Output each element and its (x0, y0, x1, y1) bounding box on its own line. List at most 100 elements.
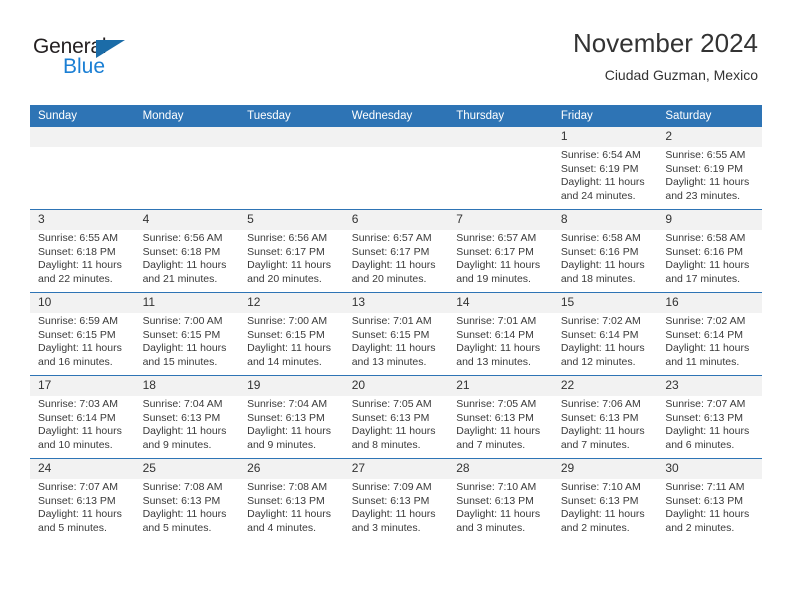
daylight-text: and 7 minutes. (456, 438, 526, 451)
title-block: November 2024 Ciudad Guzman, Mexico (573, 28, 758, 84)
calendar-header-row: Sunday Monday Tuesday Wednesday Thursday Frid… (30, 105, 762, 127)
day-number-24[interactable]: 24 (30, 459, 135, 479)
day-details-6: Sunrise: 6:57 AM Sunset: 6:17 PM Daylight:… (343, 230, 449, 293)
day-details-30: Sunrise: 7:11 AM Sunset: 6:13 PM Daylight:… (657, 479, 762, 541)
sunrise-text: Sunrise: 6:55 AM (665, 149, 746, 161)
week-info-row: Sunrise: 6:55 AM Sunset: 6:18 PM Daylight:… (30, 230, 762, 293)
day-number-3[interactable]: 3 (30, 210, 135, 230)
sunset-text: Sunset: 6:18 PM (142, 245, 221, 258)
day-number-12[interactable]: 12 (239, 293, 344, 313)
day-details-26: Sunrise: 7:08 AM Sunset: 6:13 PM Daylight:… (239, 479, 344, 541)
daylight-text: Daylight: 11 hours (38, 342, 122, 355)
sunset-text: Sunset: 6:14 PM (456, 328, 534, 341)
day-details-24: Sunrise: 7:07 AM Sunset: 6:13 PM Daylight:… (30, 479, 135, 541)
day-details-2: Sunrise: 6:55 AM Sunset: 6:19 PM Daylight:… (657, 147, 762, 210)
day-number-30[interactable]: 30 (657, 459, 762, 479)
daylight-text: Daylight: 11 hours (351, 425, 436, 438)
daylight-text: and 24 minutes. (560, 189, 636, 202)
sunset-text: Sunset: 6:13 PM (560, 494, 639, 507)
daylight-text: Daylight: 11 hours (351, 342, 436, 355)
day-number-28[interactable]: 28 (448, 459, 553, 479)
daylight-text: and 2 minutes. (665, 521, 735, 534)
daylight-text: and 22 minutes. (38, 272, 113, 285)
logo-text-blue: Blue (63, 55, 106, 78)
day-number-8[interactable]: 8 (552, 210, 658, 230)
sunrise-text: Sunrise: 6:55 AM (38, 232, 118, 244)
day-number-26[interactable]: 26 (239, 459, 344, 479)
day-number-23[interactable]: 23 (657, 376, 762, 396)
page-title: November 2024 (573, 28, 758, 58)
day-details-5: Sunrise: 6:56 AM Sunset: 6:17 PM Daylight:… (239, 230, 344, 293)
daylight-text: and 21 minutes. (142, 272, 218, 285)
daylight-text: and 5 minutes. (38, 521, 107, 534)
general-blue-logo[interactable]: General Blue (33, 36, 153, 84)
day-details-16: Sunrise: 7:02 AM Sunset: 6:14 PM Daylight:… (657, 313, 762, 376)
day-details-4: Sunrise: 6:56 AM Sunset: 6:18 PM Daylight:… (134, 230, 240, 293)
day-number-14[interactable]: 14 (448, 293, 553, 313)
sunrise-text: Sunrise: 7:08 AM (247, 481, 328, 493)
day-number-25[interactable]: 25 (134, 459, 240, 479)
day-number-13[interactable]: 13 (343, 293, 449, 313)
sunset-text: Sunset: 6:13 PM (560, 411, 639, 424)
sunset-text: Sunset: 6:13 PM (665, 411, 744, 424)
day-number-7[interactable]: 7 (448, 210, 553, 230)
sunrise-text: Sunrise: 7:06 AM (560, 398, 641, 410)
sunset-text: Sunset: 6:19 PM (665, 162, 744, 175)
day-number-11[interactable]: 11 (134, 293, 240, 313)
day-details-empty (448, 147, 553, 210)
day-number-4[interactable]: 4 (134, 210, 240, 230)
sunrise-text: Sunrise: 6:57 AM (456, 232, 537, 244)
day-number-22[interactable]: 22 (552, 376, 658, 396)
day-details-7: Sunrise: 6:57 AM Sunset: 6:17 PM Daylight:… (448, 230, 553, 293)
day-number-2[interactable]: 2 (657, 127, 762, 147)
day-number-16[interactable]: 16 (657, 293, 762, 313)
day-number-15[interactable]: 15 (552, 293, 658, 313)
sunset-text: Sunset: 6:13 PM (665, 494, 744, 507)
daylight-text: and 18 minutes. (560, 272, 636, 285)
weekday-header-tuesday: Tuesday (239, 105, 344, 127)
day-number-20[interactable]: 20 (343, 376, 449, 396)
day-number-18[interactable]: 18 (134, 376, 240, 396)
day-details-15: Sunrise: 7:02 AM Sunset: 6:14 PM Daylight:… (552, 313, 658, 376)
week-date-row: 12 (30, 127, 762, 147)
day-number-29[interactable]: 29 (552, 459, 658, 479)
day-details-19: Sunrise: 7:04 AM Sunset: 6:13 PM Daylight:… (239, 396, 344, 459)
daylight-text: and 10 minutes. (38, 438, 113, 451)
sunrise-text: Sunrise: 6:56 AM (247, 232, 328, 244)
day-number-10[interactable]: 10 (30, 293, 135, 313)
sunrise-text: Sunrise: 7:03 AM (38, 398, 118, 410)
day-number-6[interactable]: 6 (343, 210, 449, 230)
daylight-text: Daylight: 11 hours (560, 425, 645, 438)
day-number-27[interactable]: 27 (343, 459, 449, 479)
sunset-text: Sunset: 6:15 PM (247, 328, 325, 341)
day-number-17[interactable]: 17 (30, 376, 135, 396)
day-details-23: Sunrise: 7:07 AM Sunset: 6:13 PM Daylight:… (657, 396, 762, 459)
daylight-text: and 7 minutes. (560, 438, 630, 451)
day-number-5[interactable]: 5 (239, 210, 344, 230)
sunrise-text: Sunrise: 7:02 AM (665, 315, 746, 327)
daylight-text: and 16 minutes. (38, 355, 113, 368)
day-details-17: Sunrise: 7:03 AM Sunset: 6:14 PM Daylight:… (30, 396, 135, 459)
day-details-13: Sunrise: 7:01 AM Sunset: 6:15 PM Daylight:… (343, 313, 449, 376)
day-number-1[interactable]: 1 (552, 127, 658, 147)
sunset-text: Sunset: 6:17 PM (456, 245, 534, 258)
sunrise-text: Sunrise: 7:05 AM (456, 398, 537, 410)
day-details-1: Sunrise: 6:54 AM Sunset: 6:19 PM Daylight:… (552, 147, 658, 210)
daylight-text: Daylight: 11 hours (142, 342, 227, 355)
daylight-text: and 3 minutes. (351, 521, 421, 534)
sunrise-text: Sunrise: 6:54 AM (560, 149, 641, 161)
day-number-21[interactable]: 21 (448, 376, 553, 396)
sunrise-text: Sunrise: 6:58 AM (560, 232, 641, 244)
daylight-text: Daylight: 11 hours (560, 342, 645, 355)
day-number-9[interactable]: 9 (657, 210, 762, 230)
day-details-22: Sunrise: 7:06 AM Sunset: 6:13 PM Daylight:… (552, 396, 658, 459)
day-number-19[interactable]: 19 (239, 376, 344, 396)
daylight-text: Daylight: 11 hours (38, 425, 122, 438)
week-info-row: Sunrise: 6:54 AM Sunset: 6:19 PM Daylight:… (30, 147, 762, 210)
week-info-row: Sunrise: 7:03 AM Sunset: 6:14 PM Daylight:… (30, 396, 762, 459)
sunrise-text: Sunrise: 7:00 AM (142, 315, 223, 327)
daylight-text: Daylight: 11 hours (247, 425, 331, 438)
calendar-grid: Sunday Monday Tuesday Wednesday Thursday Frid… (30, 105, 762, 541)
daylight-text: and 4 minutes. (247, 521, 317, 534)
daylight-text: Daylight: 11 hours (351, 508, 436, 521)
